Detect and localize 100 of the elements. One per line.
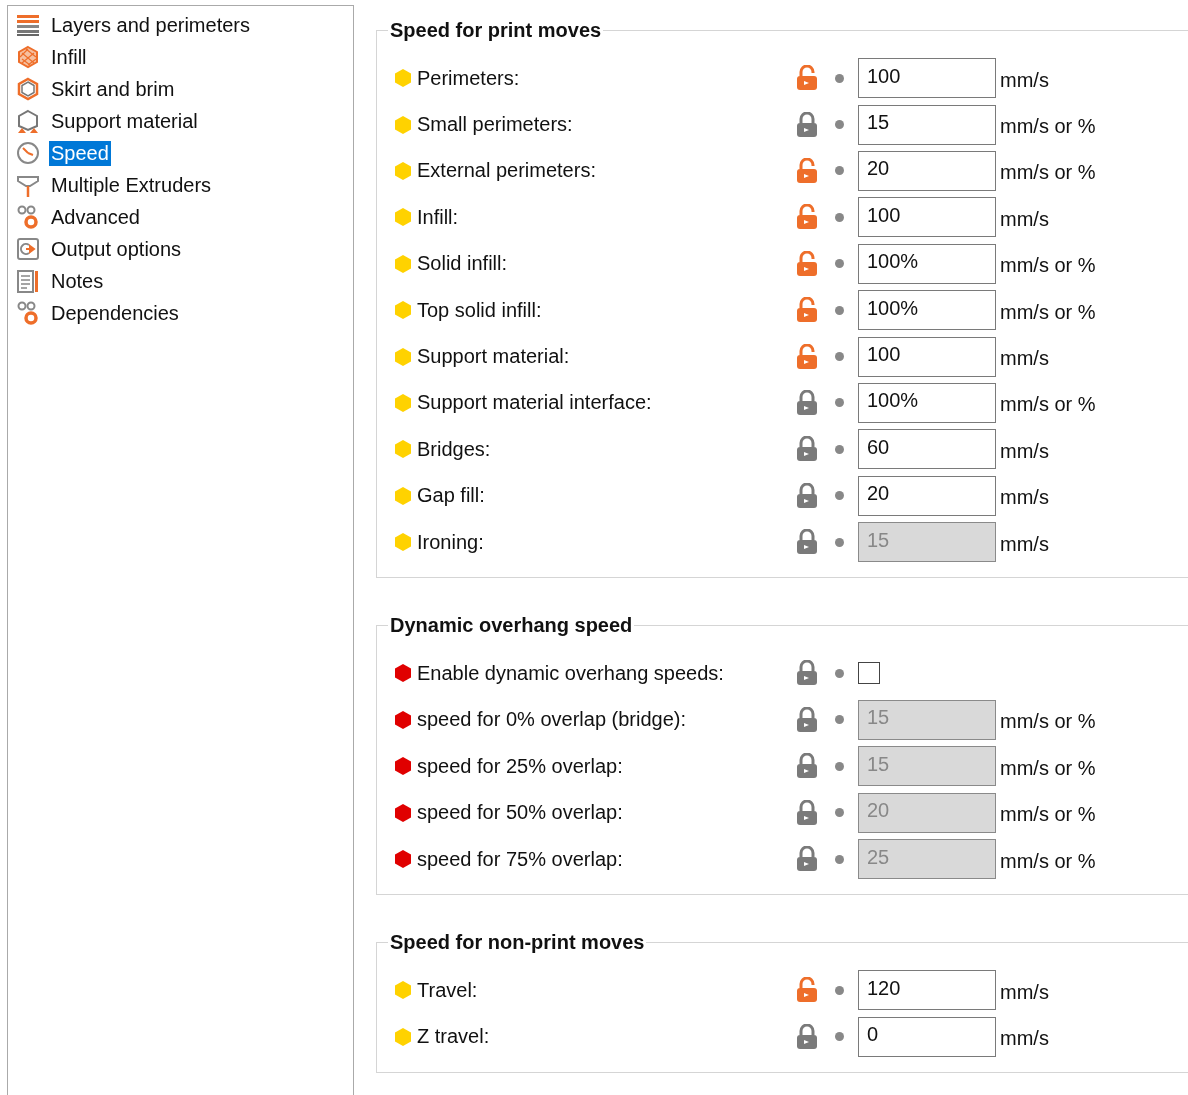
option-label: speed for 0% overlap (bridge):: [417, 708, 688, 732]
dot-icon: [834, 120, 844, 130]
option-label: Enable dynamic overhang speeds:: [417, 662, 725, 685]
dot-icon: [834, 259, 844, 269]
sidebar-item[interactable]: Dependencies: [49, 300, 181, 326]
option-label: Solid infill:: [417, 252, 509, 276]
checkbox[interactable]: [858, 662, 880, 685]
unit-label: mm/s: [1000, 485, 1050, 510]
option-label: External perimeters:: [417, 159, 597, 183]
dot-icon: [834, 73, 844, 83]
sidebar-item[interactable]: Layers and perimeters: [49, 12, 252, 38]
number-field[interactable]: 100%: [858, 243, 996, 284]
export-icon: [16, 237, 40, 261]
dot-icon: [834, 491, 844, 501]
unit-label: mm/s: [1000, 979, 1050, 1004]
unit-label: mm/s or %: [1000, 848, 1097, 873]
unit-label: mm/s or %: [1000, 114, 1097, 139]
option-label: Gap fill:: [417, 484, 486, 508]
option-label: Bridges:: [417, 437, 492, 461]
lock-icon[interactable]: [796, 111, 818, 138]
unlocked-lock-icon[interactable]: [796, 343, 818, 370]
dot-icon: [834, 537, 844, 547]
sidebar-item[interactable]: Notes: [49, 268, 106, 294]
clock-icon: [16, 141, 40, 165]
sidebar-item[interactable]: Support material: [49, 108, 200, 134]
lock-icon[interactable]: [796, 436, 818, 463]
unlocked-lock-icon[interactable]: [796, 250, 818, 277]
number-field[interactable]: 20: [858, 150, 996, 191]
gears-icon: [16, 205, 40, 229]
option-label: Small perimeters:: [417, 113, 574, 137]
dot-icon: [834, 761, 844, 771]
unit-label: mm/s: [1000, 531, 1050, 556]
option-label: speed for 25% overlap:: [417, 754, 624, 778]
lock-icon[interactable]: [796, 389, 818, 416]
unit-label: mm/s or %: [1000, 755, 1097, 780]
number-field[interactable]: 0: [858, 1016, 996, 1057]
unit-label: mm/s or %: [1000, 802, 1097, 827]
unlocked-lock-icon[interactable]: [796, 297, 818, 324]
option-label: Support material interface:: [417, 391, 653, 415]
sidebar-item[interactable]: Skirt and brim: [49, 76, 177, 102]
option-label: Ironing:: [417, 530, 485, 554]
number-field[interactable]: 100: [858, 58, 996, 99]
unit-label: mm/s or %: [1000, 160, 1097, 185]
number-field[interactable]: 100: [858, 336, 996, 377]
sidebar-item[interactable]: Infill: [49, 44, 89, 70]
dot-icon: [834, 352, 844, 362]
unit-label: mm/s or %: [1000, 709, 1097, 734]
unlocked-lock-icon[interactable]: [796, 157, 818, 184]
number-field[interactable]: 100%: [858, 290, 996, 331]
option-label: speed for 50% overlap:: [417, 801, 624, 825]
unit-label: mm/s: [1000, 1026, 1050, 1051]
dot-icon: [834, 212, 844, 222]
section-heading: Speed for non-print moves: [389, 930, 646, 955]
option-label: Support material:: [417, 345, 571, 369]
option-label: Perimeters:: [417, 66, 521, 90]
infill-icon: [16, 45, 40, 69]
dot-icon: [834, 166, 844, 176]
unit-label: mm/s: [1000, 67, 1050, 92]
dot-icon: [834, 715, 844, 725]
option-label: Top solid infill:: [417, 298, 543, 322]
layers-icon: [16, 13, 40, 37]
section-heading: Dynamic overhang speed: [389, 613, 634, 638]
dot-icon: [834, 854, 844, 864]
dot-icon: [834, 1032, 844, 1042]
unit-label: mm/s: [1000, 438, 1050, 463]
unlocked-lock-icon[interactable]: [796, 204, 818, 231]
dot-icon: [834, 808, 844, 818]
unlocked-lock-icon[interactable]: [796, 977, 818, 1004]
sidebar-item[interactable]: Speed: [49, 140, 111, 166]
lock-icon[interactable]: [796, 1023, 818, 1050]
option-label: speed for 75% overlap:: [417, 847, 624, 871]
dot-icon: [834, 398, 844, 408]
option-label: Travel:: [417, 978, 479, 1002]
dot-icon: [834, 444, 844, 454]
unlocked-lock-icon[interactable]: [796, 65, 818, 92]
dot-icon: [834, 985, 844, 995]
gears-icon: [16, 301, 40, 325]
option-label: Infill:: [417, 205, 460, 229]
sidebar-item[interactable]: Advanced: [49, 204, 142, 230]
sidebar-item[interactable]: Multiple Extruders: [49, 172, 214, 198]
nozzle-icon: [16, 173, 40, 197]
number-field[interactable]: 120: [858, 970, 996, 1011]
number-field[interactable]: 100%: [858, 382, 996, 423]
unit-label: mm/s or %: [1000, 392, 1097, 417]
dot-icon: [834, 305, 844, 315]
support-icon: [16, 109, 40, 133]
number-field[interactable]: 15: [858, 104, 996, 145]
unit-label: mm/s or %: [1000, 299, 1097, 324]
unit-label: mm/s: [1000, 206, 1050, 231]
lock-icon[interactable]: [796, 482, 818, 509]
notes-icon: [16, 269, 40, 293]
sidebar-item[interactable]: Output options: [49, 236, 184, 262]
number-field[interactable]: 60: [858, 429, 996, 470]
hexagon-icon: [16, 77, 40, 101]
number-field[interactable]: 20: [858, 475, 996, 516]
unit-label: mm/s: [1000, 346, 1050, 371]
option-label: Z travel:: [417, 1025, 491, 1049]
lock-icon[interactable]: [796, 660, 818, 687]
dot-icon: [834, 669, 844, 678]
number-field[interactable]: 100: [858, 197, 996, 238]
